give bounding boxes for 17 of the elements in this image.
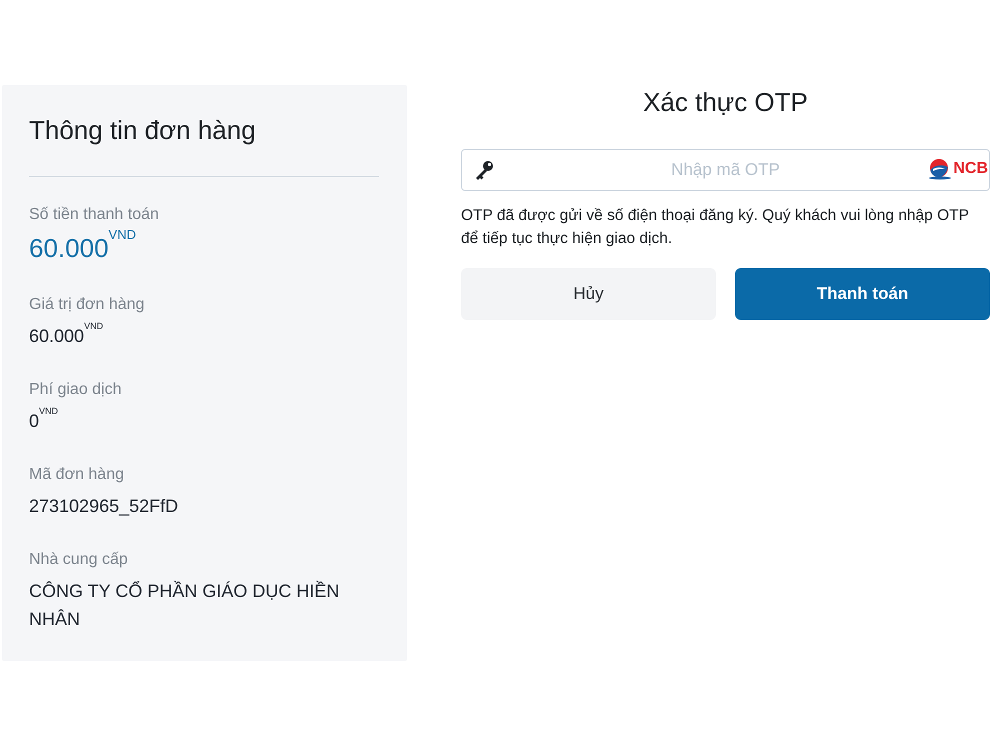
otp-title: Xác thực OTP [642, 86, 809, 119]
field-value: 273102965_52FfD [29, 495, 180, 518]
bank-emblem-icon [928, 158, 952, 180]
pay-button[interactable]: Thanh toán [735, 268, 990, 320]
field-label: Phí giao dịch [29, 380, 123, 400]
field-label: Nhà cung cấp [29, 550, 129, 570]
field-value: 0$^{VND}$ [29, 407, 60, 433]
otp-message: OTP đã được gửi về số điện thoại đăng ký. Quý khách vui lòng nhập OTP để tiếp tục thực hiện giao dịch. [461, 206, 970, 249]
field-value: CÔNG TY CỔ PHẦN GIÁO DỤC HIỀN NHÂN [29, 580, 340, 631]
field-label: Mã đơn hàng [29, 465, 125, 485]
field-value: 60.000$^{VND}$ [29, 322, 104, 348]
cancel-button[interactable]: Hủy [461, 268, 716, 320]
field-value: 60.000$^{VND}$ [29, 231, 137, 265]
bank-logo-text: NCB [953, 159, 988, 179]
field-label: Giá trị đơn hàng [29, 295, 146, 315]
field-label: Số tiền thanh toán [29, 205, 160, 225]
panel-title: Thông tin đơn hàng [29, 114, 257, 147]
